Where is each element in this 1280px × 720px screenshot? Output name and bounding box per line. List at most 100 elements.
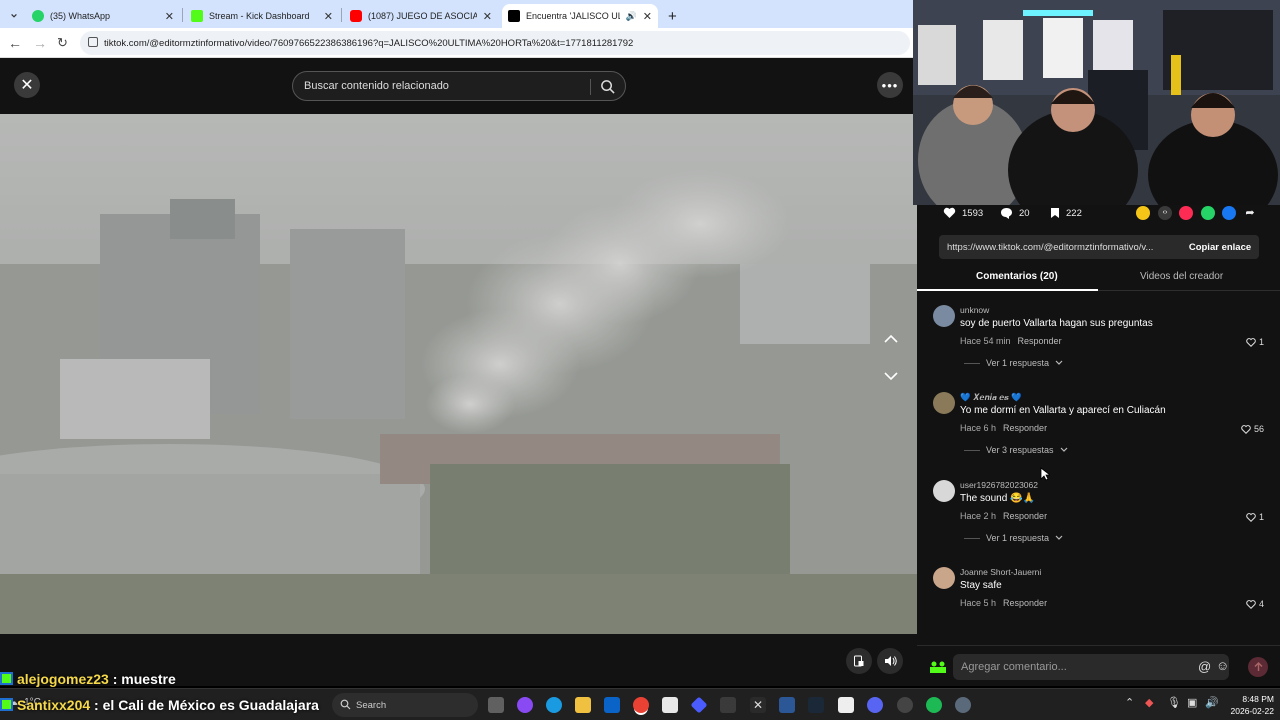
settings-icon[interactable] <box>955 697 971 713</box>
tab-kick-dashboard[interactable]: Stream - Kick Dashboard ✕ <box>185 4 339 28</box>
comment-meta: Hace 2 h Responder <box>960 511 1047 521</box>
comment-text: Yo me dormí en Vallarta y aparecí en Cul… <box>960 405 1166 416</box>
reply-button[interactable]: Responder <box>1018 336 1062 346</box>
avatar[interactable] <box>933 480 955 502</box>
tab-tiktok[interactable]: Encuentra 'JALISCO ULTIMA 🔊 ✕ <box>502 4 658 28</box>
chevron-down-icon <box>1055 535 1063 540</box>
close-tab-icon[interactable]: ✕ <box>643 10 652 23</box>
copilot-icon[interactable] <box>517 697 533 713</box>
app-icon[interactable] <box>690 696 708 714</box>
comment-time: Hace 6 h <box>960 423 997 433</box>
tray-app-icon[interactable]: ◆ <box>1145 696 1153 709</box>
tab-youtube[interactable]: (1087) JUEGO DE ASOCIACIÓN ✕ <box>344 4 498 28</box>
more-options-button[interactable]: ••• <box>877 72 903 98</box>
comment-username[interactable]: unknow <box>960 305 989 315</box>
site-info-icon[interactable] <box>88 37 98 47</box>
panel-tabs: Comentarios (20) Videos del creador <box>917 267 1280 291</box>
back-icon[interactable]: ← <box>8 35 22 51</box>
new-tab-button[interactable]: + <box>662 4 682 28</box>
heart-outline-icon <box>1246 512 1256 522</box>
previous-video-button[interactable] <box>879 329 903 349</box>
save-count: 222 <box>1066 207 1082 219</box>
file-explorer-icon[interactable] <box>575 697 591 713</box>
post-comment-button[interactable] <box>1248 657 1268 677</box>
comment-username[interactable]: 💙 𝑿𝒆𝒏𝒊𝒂 𝒆𝒔 💙 <box>960 392 1022 403</box>
app-icon-2[interactable] <box>779 697 795 713</box>
whatsapp-share-icon[interactable] <box>1201 206 1215 220</box>
tab-whatsapp[interactable]: (35) WhatsApp ✕ <box>26 4 180 28</box>
close-tab-icon[interactable]: ✕ <box>324 10 333 23</box>
picture-in-picture-button[interactable] <box>846 648 872 674</box>
video-link-field[interactable]: https://www.tiktok.com/@editormztinforma… <box>939 235 1259 259</box>
comment-like-button[interactable]: 56 <box>1241 424 1264 434</box>
related-search-input[interactable]: Buscar contenido relacionado <box>292 71 626 101</box>
volume-tray-icon[interactable]: 🔊 <box>1205 696 1219 709</box>
comment-username[interactable]: user1926782023062 <box>960 480 1038 490</box>
reload-icon[interactable]: ↻ <box>57 35 68 51</box>
network-icon[interactable]: ▣ <box>1187 696 1197 709</box>
comment-button[interactable]: 20 <box>1000 207 1030 219</box>
reply-button[interactable]: Responder <box>1003 423 1047 433</box>
avatar[interactable] <box>933 567 955 589</box>
chrome-icon[interactable] <box>633 697 649 713</box>
capcut-icon[interactable]: ✕ <box>750 697 766 713</box>
outlook-icon[interactable] <box>604 697 620 713</box>
comment-like-button[interactable]: 1 <box>1246 337 1264 347</box>
microphone-icon[interactable]: 🎙 <box>1167 696 1181 709</box>
close-tab-icon[interactable]: ✕ <box>483 10 492 23</box>
comment-like-button[interactable]: 1 <box>1246 512 1264 522</box>
view-replies-button[interactable]: Ver 1 respuesta <box>964 358 1063 368</box>
whatsapp-icon <box>32 10 44 22</box>
tab-comments[interactable]: Comentarios (20) <box>976 271 1058 282</box>
embed-icon[interactable]: ‹› <box>1158 206 1172 220</box>
add-comment-bar: Agregar comentario... @ ☺ <box>917 645 1280 686</box>
tray-chevron-icon[interactable]: ⌃ <box>1125 696 1134 709</box>
avatar[interactable] <box>933 305 955 327</box>
copy-link-button[interactable]: Copiar enlace <box>1181 235 1259 259</box>
forward-icon[interactable]: → <box>33 35 47 51</box>
coin-icon[interactable] <box>1136 206 1150 220</box>
reply-button[interactable]: Responder <box>1003 598 1047 608</box>
add-comment-placeholder: Agregar comentario... <box>961 661 1067 673</box>
webcam-overlay <box>913 0 1280 205</box>
speaker-icon[interactable]: 🔊 <box>626 11 637 22</box>
taskbar-search[interactable]: Search <box>332 693 478 717</box>
search-icon[interactable] <box>600 79 615 94</box>
grid-app-icon[interactable] <box>720 697 736 713</box>
task-view-icon[interactable] <box>488 697 504 713</box>
send-to-friends-icon[interactable] <box>1179 206 1193 220</box>
share-arrow-icon[interactable]: ➦ <box>1243 206 1257 220</box>
steam-icon[interactable] <box>808 697 824 713</box>
volume-button[interactable] <box>877 648 903 674</box>
spotify-icon[interactable] <box>926 697 942 713</box>
emoji-icon[interactable]: ☺ <box>1216 658 1229 673</box>
save-button[interactable]: 222 <box>1050 207 1082 219</box>
mention-icon[interactable]: @ <box>1198 659 1211 674</box>
view-replies-button[interactable]: Ver 1 respuesta <box>964 533 1063 543</box>
comment-like-count: 56 <box>1253 424 1264 434</box>
reply-button[interactable]: Responder <box>1003 511 1047 521</box>
obs-icon[interactable] <box>897 697 913 713</box>
pip-icon <box>854 655 864 667</box>
mouse-cursor-icon <box>1040 467 1050 481</box>
edge-icon[interactable] <box>546 697 562 713</box>
like-button[interactable]: 1593 <box>943 207 983 219</box>
app-icon-3[interactable] <box>838 697 854 713</box>
close-video-button[interactable]: ✕ <box>14 72 40 98</box>
tab-creator-videos[interactable]: Videos del creador <box>1140 271 1223 282</box>
discord-icon[interactable] <box>867 697 883 713</box>
view-replies-button[interactable]: Ver 3 respuestas <box>964 445 1068 455</box>
video-player[interactable] <box>0 114 917 634</box>
tab-list-button[interactable] <box>4 4 24 28</box>
store-icon[interactable] <box>662 697 678 713</box>
add-comment-input[interactable]: Agregar comentario... @ ☺ <box>953 654 1229 680</box>
system-clock[interactable]: 8:48 PM 2026-02-22 <box>1222 693 1274 717</box>
comment-username[interactable]: Joanne Short-Jauerni <box>960 567 1041 577</box>
next-video-button[interactable] <box>879 366 903 386</box>
avatar[interactable] <box>933 392 955 414</box>
close-tab-icon[interactable]: ✕ <box>165 10 174 23</box>
clock-time: 8:48 PM <box>1242 694 1274 704</box>
facebook-share-icon[interactable] <box>1222 206 1236 220</box>
url-field[interactable]: tiktok.com/@editormztinformativo/video/7… <box>80 31 910 55</box>
comment-like-button[interactable]: 4 <box>1246 599 1264 609</box>
